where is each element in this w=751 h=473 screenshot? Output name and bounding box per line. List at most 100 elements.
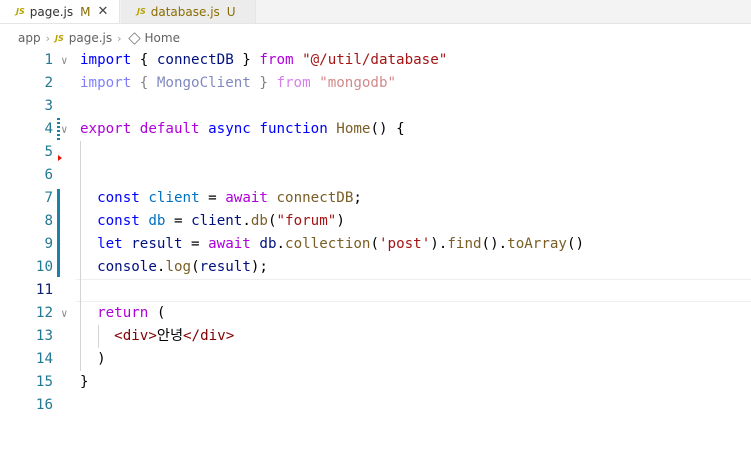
line-number: 16 [35, 397, 53, 413]
line-number: 9 [44, 236, 53, 252]
fold-chevron-icon[interactable]: ∨ [61, 302, 68, 325]
modified-badge: M [80, 4, 91, 19]
git-added-indicator[interactable] [57, 189, 60, 277]
code-token: db [148, 213, 166, 229]
code-token: export [80, 121, 132, 137]
git-deleted-indicator[interactable] [58, 155, 62, 161]
code-token: ) [336, 213, 345, 229]
code-text: } [80, 371, 89, 394]
code-token: return [97, 305, 149, 321]
git-change-indicator[interactable] [57, 118, 60, 141]
fold-chevron-icon[interactable]: ∨ [61, 49, 68, 72]
code-token: () { [370, 121, 405, 137]
indent-guide [80, 302, 81, 325]
code-text: let result = await db.collection('post')… [80, 233, 584, 256]
code-line[interactable]: 5 [0, 141, 751, 164]
code-line[interactable]: 7 const client = await connectDB; [0, 187, 751, 210]
line-number: 10 [35, 259, 53, 275]
code-line[interactable]: 9 let result = await db.collection('post… [0, 233, 751, 256]
indent-guide [80, 164, 81, 187]
code-line[interactable]: 16 [0, 394, 751, 417]
indent-guide [80, 325, 81, 348]
chevron-right-icon: › [45, 31, 50, 45]
code-token: const [97, 190, 140, 206]
indent-guide [80, 141, 81, 164]
indent-guide [80, 348, 81, 371]
line-number: 14 [35, 351, 53, 367]
code-text: ) [80, 348, 106, 371]
code-line[interactable]: 3 [0, 95, 751, 118]
code-line[interactable]: 10 console.log(result); [0, 256, 751, 279]
code-line[interactable]: 4 ∨ export default async function Home() { [0, 118, 751, 141]
javascript-file-icon: JS [16, 7, 25, 16]
code-token: = [199, 190, 226, 206]
code-line[interactable]: 14 ) [0, 348, 751, 371]
breadcrumb-file[interactable]: JS page.js [55, 31, 112, 45]
code-token: connectDB [156, 52, 234, 68]
code-token: log [165, 259, 192, 275]
line-number: 15 [35, 374, 53, 390]
indent-guide [80, 279, 81, 302]
chevron-right-icon: › [117, 31, 122, 45]
line-number: 12 [35, 305, 53, 321]
current-line-highlight [76, 279, 751, 302]
code-token: ) [97, 351, 106, 367]
code-line[interactable]: 13 <div>안녕</div> [0, 325, 751, 348]
code-token: from [259, 52, 294, 68]
code-token: default [139, 121, 200, 137]
code-token: = [165, 213, 192, 229]
code-line[interactable]: 6 [0, 164, 751, 187]
code-token: async [208, 121, 251, 137]
code-line[interactable]: 8 const db = client.db("forum") [0, 210, 751, 233]
breadcrumb-symbol-label: Home [144, 31, 180, 45]
code-token: ). [430, 236, 448, 252]
code-token: db [250, 213, 268, 229]
line-number: 2 [44, 75, 53, 91]
breadcrumb-folder-app[interactable]: app [18, 31, 41, 45]
code-text: import { MongoClient } from "mongodb" [80, 72, 396, 95]
fold-chevron-icon[interactable]: ∨ [61, 118, 68, 141]
code-token: } [80, 374, 89, 390]
line-number: 7 [44, 190, 53, 206]
code-token: { [131, 52, 157, 68]
breadcrumb-symbol[interactable]: Home [127, 31, 180, 45]
code-token: find [447, 236, 482, 252]
code-text: export default async function Home() { [80, 118, 405, 141]
close-icon[interactable]: ✕ [97, 4, 108, 19]
breadcrumb: app › JS page.js › Home [0, 29, 751, 47]
code-token: await [208, 236, 251, 252]
line-number: 1 [44, 52, 53, 68]
code-token: = [182, 236, 209, 252]
code-token: let [97, 236, 123, 252]
code-line[interactable]: 2 import { MongoClient } from "mongodb" [0, 72, 751, 95]
code-line[interactable]: 15} [0, 371, 751, 394]
tab-page-js[interactable]: JS page.js M ✕ [0, 0, 120, 23]
code-line[interactable]: 11 [0, 279, 751, 302]
tab-label: database.js [150, 4, 220, 19]
code-line[interactable]: 12 ∨ return ( [0, 302, 751, 325]
code-editor[interactable]: 1 ∨ import { connectDB } from "@/util/data… [0, 48, 751, 473]
line-number: 8 [44, 213, 53, 229]
code-text: const db = client.db("forum") [80, 210, 345, 233]
tab-label: page.js [29, 4, 74, 19]
code-token: ; [353, 190, 362, 206]
line-number: 4 [44, 121, 53, 137]
editor-tab-bar: JS page.js M ✕ JS database.js U [0, 0, 751, 24]
code-token: ); [250, 259, 268, 275]
code-token: connectDB [276, 190, 354, 206]
code-token: ( [191, 259, 200, 275]
code-line[interactable]: 1 ∨ import { connectDB } from "@/util/data… [0, 49, 751, 72]
code-token: { [131, 75, 157, 91]
code-token: () [566, 236, 585, 252]
code-token: from [276, 75, 311, 91]
javascript-file-icon: JS [55, 33, 64, 43]
code-token: import [80, 52, 132, 68]
tab-database-js[interactable]: JS database.js U [121, 0, 256, 23]
